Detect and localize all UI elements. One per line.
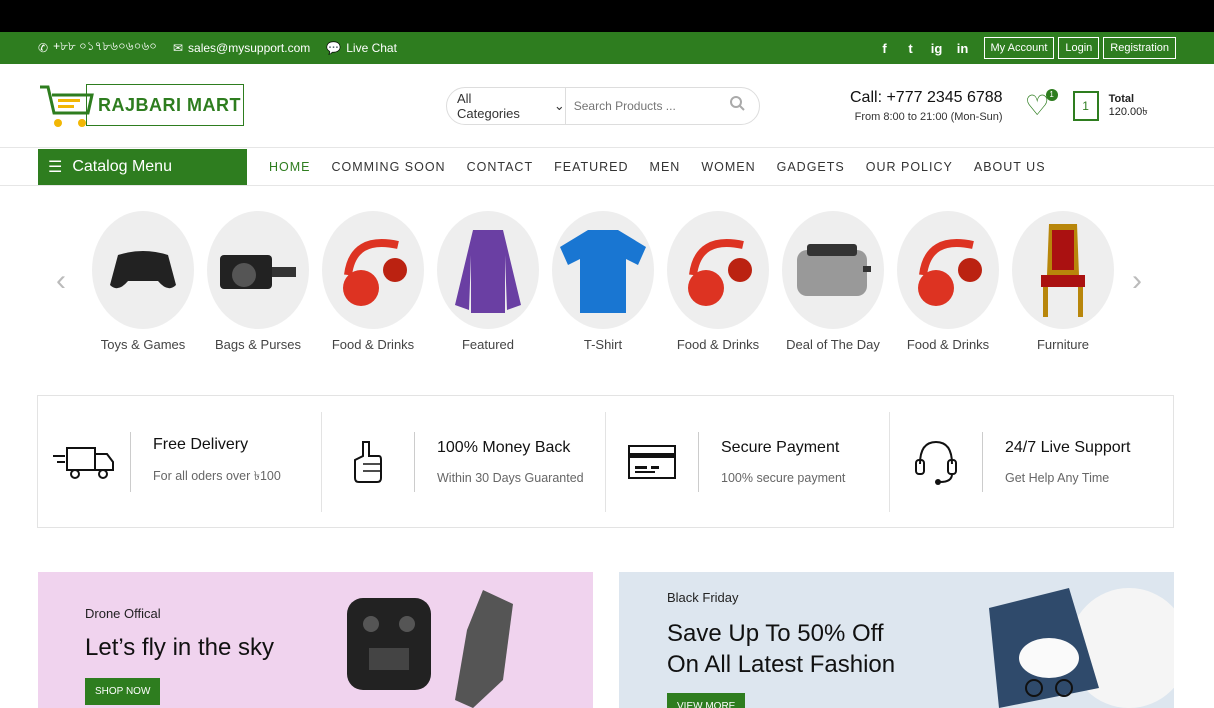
- instagram-icon[interactable]: ig: [930, 41, 944, 56]
- category-item[interactable]: Toys & Games: [92, 210, 194, 352]
- fashion-banner[interactable]: Black Friday Save Up To 50% Off On All L…: [619, 572, 1174, 708]
- hamburger-icon: ☰: [48, 158, 63, 176]
- wishlist-count-badge: 1: [1045, 88, 1058, 101]
- nav-home[interactable]: HOME: [269, 160, 311, 174]
- view-more-button[interactable]: VIEW MORE: [667, 693, 746, 708]
- chevron-down-icon: ⌄: [553, 97, 565, 113]
- gamepad-image: [92, 210, 194, 329]
- feature-free-delivery: Free Delivery For all oders over ৳100: [38, 411, 322, 512]
- cart-button[interactable]: 1 Total 120.00৳: [1072, 90, 1148, 121]
- feature-live-support: 24/7 Live Support Get Help Any Time: [890, 412, 1173, 512]
- category-select[interactable]: All Categories ⌄: [447, 87, 566, 124]
- top-bar: ✆ +৮৮ ০১৭৮৬০৬০৬০ ✉ sales@mysupport.com 💬 Li…: [0, 32, 1214, 64]
- banner-title-line2: On All Latest Fashion: [667, 651, 896, 678]
- category-item[interactable]: Food & Drinks: [322, 210, 424, 352]
- social-links: f t ig in: [878, 41, 970, 56]
- headset-icon: [890, 438, 982, 486]
- category-item[interactable]: T-Shirt: [552, 210, 654, 352]
- nav-men[interactable]: MEN: [650, 160, 681, 174]
- login-button[interactable]: Login: [1058, 37, 1100, 59]
- category-item[interactable]: Food & Drinks: [897, 210, 999, 352]
- phone-contact[interactable]: ✆ +৮৮ ০১৭৮৬০৬০৬০: [38, 38, 157, 58]
- headphones-image: [667, 210, 769, 329]
- feature-secure-payment: Secure Payment 100% secure payment: [606, 411, 890, 512]
- category-item[interactable]: Deal of The Day: [782, 210, 884, 352]
- shop-now-button[interactable]: SHOP NOW: [85, 678, 161, 705]
- linkedin-icon[interactable]: in: [956, 41, 970, 56]
- search-icon[interactable]: [729, 95, 759, 116]
- registration-button[interactable]: Registration: [1103, 37, 1176, 59]
- wishlist-button[interactable]: ♡ 1: [1025, 88, 1058, 120]
- category-item[interactable]: Featured: [437, 210, 539, 352]
- drone-banner[interactable]: Drone Offical Let’s fly in the sky SHOP …: [38, 572, 593, 708]
- call-hours: From 8:00 to 21:00 (Mon-Sun): [854, 110, 1003, 123]
- nav-featured[interactable]: FEATURED: [554, 160, 628, 174]
- toaster-image: [782, 210, 884, 329]
- logo-text: RAJBARI MART: [98, 94, 241, 115]
- chevron-left-icon[interactable]: ‹: [56, 264, 92, 298]
- drone-image: [347, 590, 513, 708]
- nav-contact[interactable]: CONTACT: [467, 160, 534, 174]
- thumbs-up-icon: [322, 440, 414, 484]
- tshirt-image: [552, 210, 654, 329]
- main-nav: ☰ Catalog Menu HOME COMMING SOON CONTACT…: [0, 148, 1214, 186]
- email-contact[interactable]: ✉ sales@mysupport.com: [173, 41, 310, 55]
- header: RAJBARI MART All Categories ⌄ Call: +777…: [0, 64, 1214, 148]
- banner-subtitle: Drone Offical: [85, 606, 161, 621]
- facebook-icon[interactable]: f: [878, 41, 892, 56]
- mail-icon: ✉: [172, 41, 184, 55]
- twitter-icon[interactable]: t: [904, 41, 918, 56]
- camera-image: [207, 210, 309, 329]
- category-item[interactable]: Furniture: [1012, 210, 1114, 352]
- jacket-image: [437, 210, 539, 329]
- cart-count: 1: [1072, 90, 1099, 121]
- live-chat-link[interactable]: 💬 Live Chat: [326, 41, 397, 55]
- category-item[interactable]: Food & Drinks: [667, 210, 769, 352]
- my-account-button[interactable]: My Account: [983, 37, 1055, 59]
- search-input[interactable]: [565, 98, 729, 113]
- window-top-bar: [0, 0, 1214, 32]
- catalog-menu-button[interactable]: ☰ Catalog Menu: [38, 148, 247, 185]
- headphones-image: [897, 210, 999, 329]
- chevron-right-icon[interactable]: ›: [1132, 264, 1168, 298]
- cart-total: Total 120.00৳: [1108, 92, 1148, 118]
- clothing-image: [989, 588, 1174, 708]
- banner-title: Let’s fly in the sky: [85, 634, 274, 661]
- credit-card-icon: [606, 444, 698, 480]
- nav-comming-soon[interactable]: COMMING SOON: [332, 160, 446, 174]
- nav-women[interactable]: WOMEN: [701, 160, 755, 174]
- banner-subtitle: Black Friday: [667, 590, 739, 605]
- nav-gadgets[interactable]: GADGETS: [777, 160, 845, 174]
- truck-icon: [38, 444, 130, 480]
- search-bar: All Categories ⌄: [446, 86, 760, 125]
- category-item[interactable]: Bags & Purses: [207, 210, 309, 352]
- chat-icon: 💬: [326, 41, 342, 55]
- features-strip: Free Delivery For all oders over ৳100 10…: [37, 395, 1174, 528]
- logo[interactable]: RAJBARI MART: [38, 81, 244, 131]
- nav-our-policy[interactable]: OUR POLICY: [866, 160, 953, 174]
- phone-icon: ✆: [38, 41, 49, 55]
- headphones-image: [322, 210, 424, 329]
- call-info: Call: +777 2345 6788 From 8:00 to 21:00 …: [850, 89, 1003, 123]
- nav-about-us[interactable]: ABOUT US: [974, 160, 1046, 174]
- feature-money-back: 100% Money Back Within 30 Days Guaranted: [322, 411, 606, 512]
- call-number: Call: +777 2345 6788: [850, 88, 1003, 106]
- category-carousel: ‹ Toys & Games Bags & Purses Food & Drin…: [0, 186, 1214, 376]
- chair-image: [1012, 210, 1114, 329]
- banner-title-line1: Save Up To 50% Off: [667, 620, 884, 647]
